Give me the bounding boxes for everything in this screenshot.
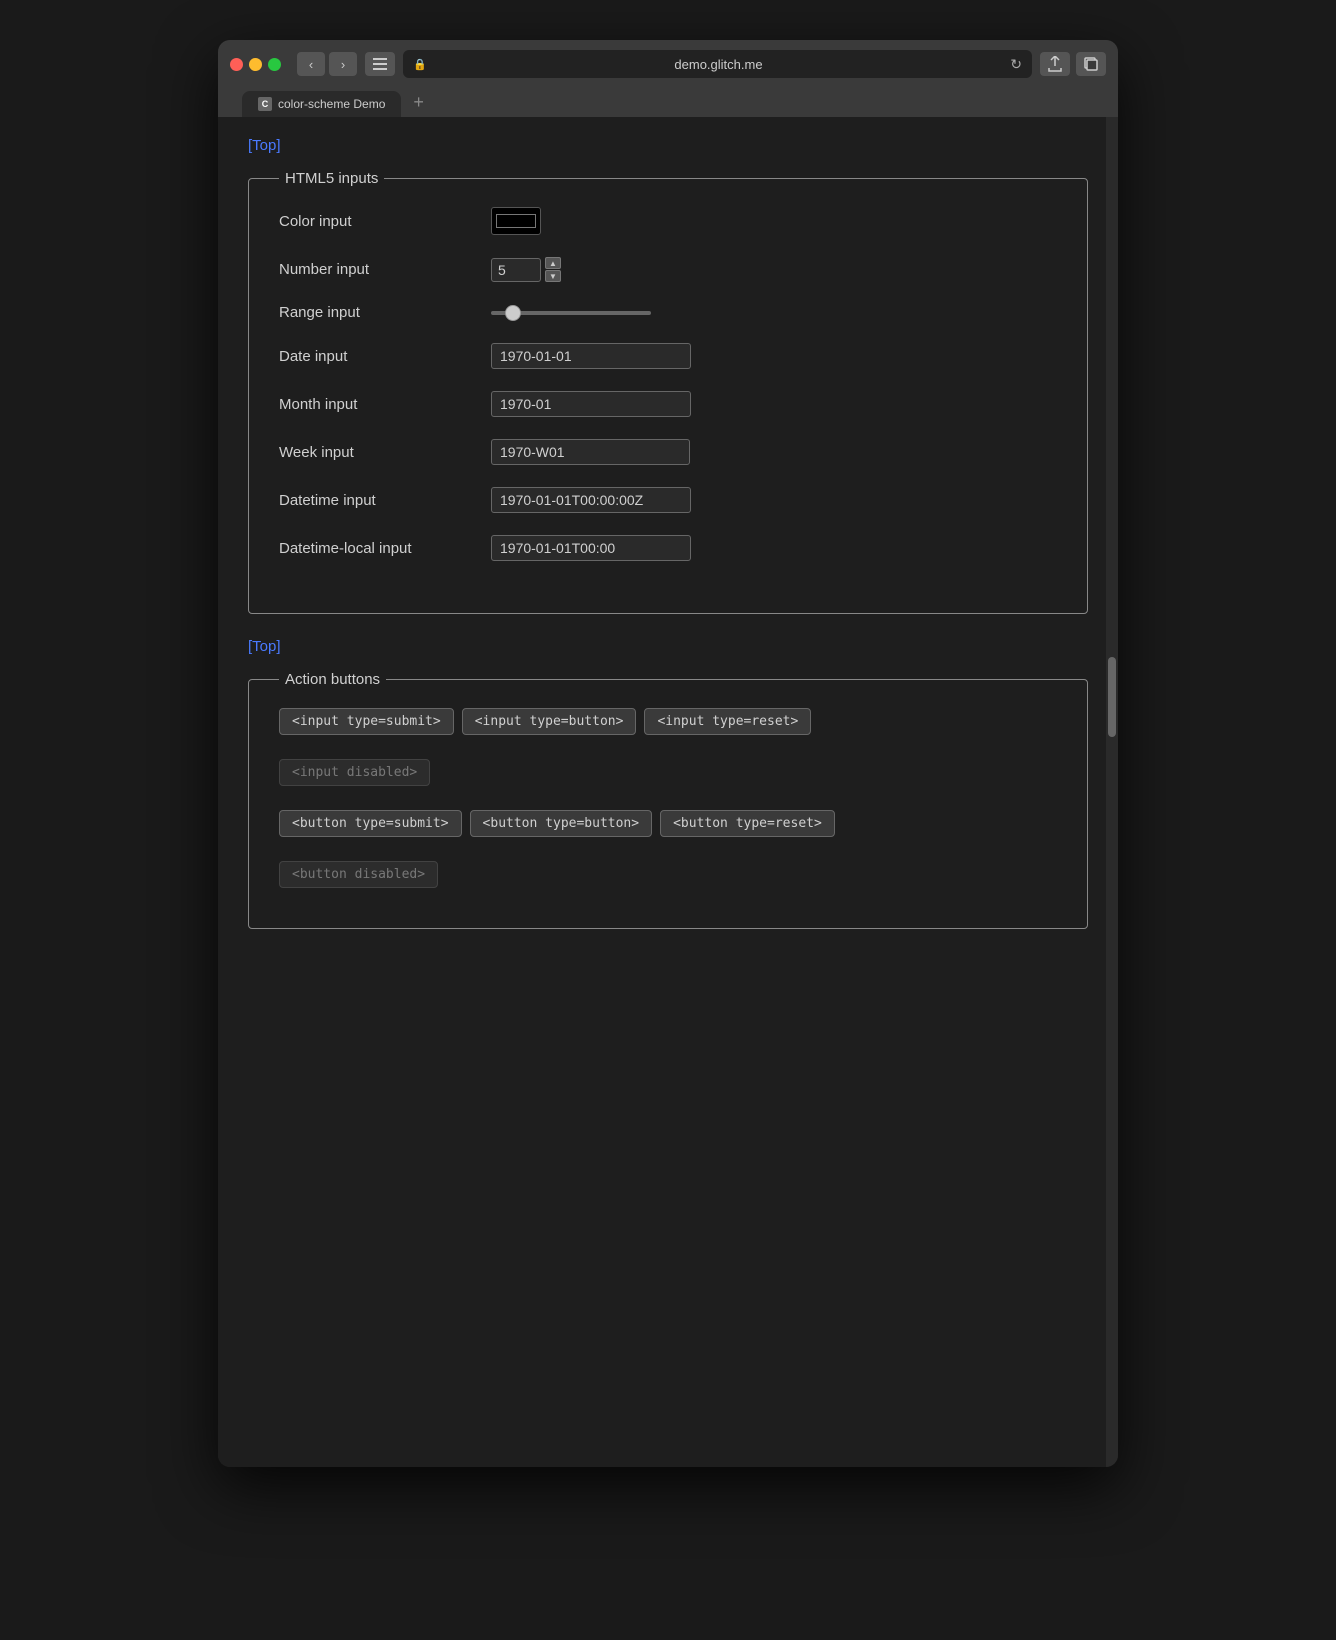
back-button[interactable]: ‹ <box>297 52 325 76</box>
tab-label: color-scheme Demo <box>278 97 385 111</box>
button-submit-button[interactable]: <button type=submit> <box>279 810 462 837</box>
scrollbar-thumb[interactable] <box>1108 657 1116 737</box>
month-input-row: Month input <box>279 391 1057 417</box>
html5-inputs-legend: HTML5 inputs <box>279 170 384 187</box>
button-button-button[interactable]: <button type=button> <box>470 810 653 837</box>
range-input-row: Range input <box>279 304 1057 321</box>
traffic-lights <box>230 58 281 71</box>
number-input-wrap: ▲ ▼ <box>491 257 561 282</box>
button-disabled-button: <button disabled> <box>279 861 438 888</box>
reload-button[interactable]: ↻ <box>1010 56 1022 73</box>
forward-button[interactable]: › <box>329 52 357 76</box>
url-text: demo.glitch.me <box>433 57 1005 72</box>
lock-icon: 🔒 <box>413 58 427 71</box>
action-buttons-legend: Action buttons <box>279 671 386 688</box>
page-content: [Top] HTML5 inputs Color input Number in… <box>218 117 1118 1467</box>
close-button[interactable] <box>230 58 243 71</box>
new-tab-button[interactable]: + <box>405 88 432 117</box>
button-reset-button[interactable]: <button type=reset> <box>660 810 835 837</box>
sidebar-button[interactable] <box>365 52 395 76</box>
new-window-button[interactable] <box>1076 52 1106 76</box>
date-input-label: Date input <box>279 348 479 365</box>
toolbar-right <box>1040 52 1106 76</box>
month-input[interactable] <box>491 391 691 417</box>
month-input-label: Month input <box>279 396 479 413</box>
tab-bar: C color-scheme Demo + <box>230 88 1106 117</box>
color-input-row: Color input <box>279 207 1057 235</box>
week-input-row: Week input <box>279 439 1057 465</box>
tab-favicon: C <box>258 97 272 111</box>
active-tab[interactable]: C color-scheme Demo <box>242 91 401 117</box>
input-button-button[interactable]: <input type=button> <box>462 708 637 735</box>
datetime-input-label: Datetime input <box>279 492 479 509</box>
week-input[interactable] <box>491 439 690 465</box>
number-spinner: ▲ ▼ <box>545 257 561 282</box>
html5-inputs-section: HTML5 inputs Color input Number input ▲ … <box>248 170 1088 614</box>
action-buttons-section: Action buttons <input type=submit> <inpu… <box>248 671 1088 929</box>
top-link-2[interactable]: [Top] <box>248 638 281 655</box>
date-input[interactable] <box>491 343 691 369</box>
spinner-down[interactable]: ▼ <box>545 270 561 282</box>
range-input-label: Range input <box>279 304 479 321</box>
date-input-row: Date input <box>279 343 1057 369</box>
input-disabled-button: <input disabled> <box>279 759 430 786</box>
number-input[interactable] <box>491 258 541 282</box>
range-input[interactable] <box>491 311 651 315</box>
nav-buttons: ‹ › <box>297 52 357 76</box>
datetime-input[interactable] <box>491 487 691 513</box>
datetime-local-input-label: Datetime-local input <box>279 540 479 557</box>
color-input-label: Color input <box>279 213 479 230</box>
scrollbar-track <box>1106 117 1118 1467</box>
input-disabled-row: <input disabled> <box>279 759 1057 786</box>
datetime-local-input-row: Datetime-local input <box>279 535 1057 561</box>
datetime-local-input[interactable] <box>491 535 691 561</box>
datetime-input-row: Datetime input <box>279 487 1057 513</box>
button-disabled-row: <button disabled> <box>279 861 1057 888</box>
minimize-button[interactable] <box>249 58 262 71</box>
input-submit-button[interactable]: <input type=submit> <box>279 708 454 735</box>
color-input[interactable] <box>491 207 541 235</box>
week-input-label: Week input <box>279 444 479 461</box>
share-button[interactable] <box>1040 52 1070 76</box>
number-input-label: Number input <box>279 261 479 278</box>
input-reset-button[interactable]: <input type=reset> <box>644 708 811 735</box>
top-link-1[interactable]: [Top] <box>248 137 281 154</box>
input-buttons-row: <input type=submit> <input type=button> … <box>279 708 1057 735</box>
number-input-row: Number input ▲ ▼ <box>279 257 1057 282</box>
button-buttons-row: <button type=submit> <button type=button… <box>279 810 1057 837</box>
address-bar[interactable]: 🔒 demo.glitch.me ↻ <box>403 50 1032 78</box>
fullscreen-button[interactable] <box>268 58 281 71</box>
spinner-up[interactable]: ▲ <box>545 257 561 269</box>
